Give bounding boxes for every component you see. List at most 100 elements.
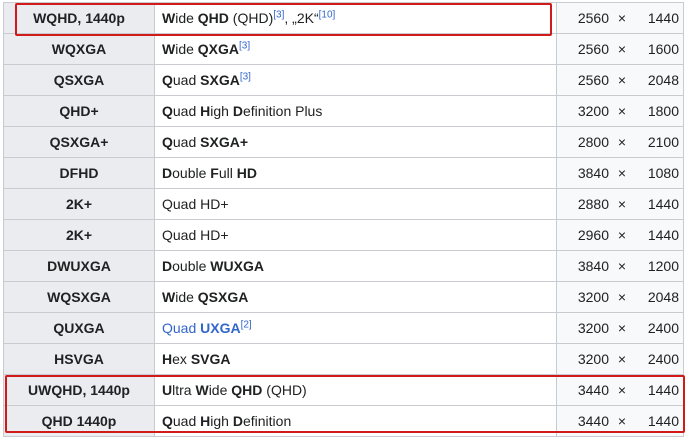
height-value: 2100 bbox=[647, 134, 679, 150]
resolution-dimensions: 3440 × 1440 bbox=[556, 374, 684, 406]
table-row: QSXGA Quad SXGA[3] 2560 × 2048 bbox=[3, 64, 684, 96]
resolution-name: WQSXGA bbox=[3, 281, 155, 313]
resolution-description: Quad SXGA+ bbox=[154, 126, 557, 158]
height-value: 1600 bbox=[647, 41, 679, 57]
times-sign: × bbox=[617, 165, 627, 181]
resolution-description[interactable]: Quad UXGA[2] bbox=[154, 312, 557, 344]
table-row: QHD+ Quad High Definition Plus 3200 × 1800 bbox=[3, 95, 684, 127]
resolution-name: WQHD, 1440p bbox=[3, 2, 155, 34]
resolution-dimensions: 2560 × 1440 bbox=[556, 2, 684, 34]
table-row: WQXGA Wide QXGA[3] 2560 × 1600 bbox=[3, 33, 684, 65]
resolution-name: DFHD bbox=[3, 157, 155, 189]
height-value: 1440 bbox=[647, 196, 679, 212]
table-row: DFHD Double Full HD 3840 × 1080 bbox=[3, 157, 684, 189]
resolution-name: 2K+ bbox=[3, 188, 155, 220]
table-row: UWQHD, 1440p Ultra Wide QHD (QHD) 3440 × 144… bbox=[3, 374, 684, 406]
width-value: 2560 bbox=[577, 10, 609, 26]
resolution-dimensions: 3840 × 1200 bbox=[556, 250, 684, 282]
resolution-dimensions: 3440 × 1440 bbox=[556, 405, 684, 437]
width-value: 2560 bbox=[577, 41, 609, 57]
resolution-name: QHD 1440p bbox=[3, 405, 155, 437]
table-row: WQHD, 1440p Wide QHD (QHD)[3], „2K“[10] 25… bbox=[3, 2, 684, 34]
resolution-name: 2K+ bbox=[3, 219, 155, 251]
height-value: 1440 bbox=[647, 10, 679, 26]
width-value: 3200 bbox=[577, 320, 609, 336]
height-value: 2400 bbox=[647, 320, 679, 336]
times-sign: × bbox=[617, 258, 627, 274]
times-sign: × bbox=[617, 41, 627, 57]
table-row: 2K+ Quad HD+ 2960 × 1440 bbox=[3, 219, 684, 251]
reference-link[interactable]: [10] bbox=[319, 9, 336, 20]
resolution-dimensions: 2800 × 2100 bbox=[556, 126, 684, 158]
resolution-dimensions: 2960 × 1440 bbox=[556, 219, 684, 251]
times-sign: × bbox=[617, 196, 627, 212]
times-sign: × bbox=[617, 10, 627, 26]
width-value: 2880 bbox=[577, 196, 609, 212]
resolution-description: Ultra Wide QHD (QHD) bbox=[154, 374, 557, 406]
width-value: 2560 bbox=[577, 72, 609, 88]
resolution-description: Quad SXGA[3] bbox=[154, 64, 557, 96]
resolution-description: Quad High Definition bbox=[154, 405, 557, 437]
resolution-dimensions: 3200 × 2048 bbox=[556, 281, 684, 313]
resolution-dimensions: 2560 × 2048 bbox=[556, 64, 684, 96]
table-row: 2K+ Quad HD+ 2880 × 1440 bbox=[3, 188, 684, 220]
reference-link[interactable]: [3] bbox=[240, 71, 251, 82]
times-sign: × bbox=[617, 382, 627, 398]
reference-link[interactable]: [2] bbox=[241, 319, 252, 330]
resolution-description: Wide QHD (QHD)[3], „2K“[10] bbox=[154, 2, 557, 34]
resolution-description: Wide QSXGA bbox=[154, 281, 557, 313]
resolution-name: QSXGA bbox=[3, 64, 155, 96]
height-value: 2048 bbox=[647, 72, 679, 88]
width-value: 3440 bbox=[577, 413, 609, 429]
times-sign: × bbox=[617, 351, 627, 367]
resolution-name: DWUXGA bbox=[3, 250, 155, 282]
resolution-dimensions: 3840 × 1080 bbox=[556, 157, 684, 189]
table-row: WQSXGA Wide QSXGA 3200 × 2048 bbox=[3, 281, 684, 313]
resolution-table-body: WQHD, 1440p Wide QHD (QHD)[3], „2K“[10] 25… bbox=[3, 2, 684, 437]
height-value: 1440 bbox=[647, 227, 679, 243]
table-row: QSXGA+ Quad SXGA+ 2800 × 2100 bbox=[3, 126, 684, 158]
width-value: 3840 bbox=[577, 258, 609, 274]
resolution-dimensions: 3200 × 2400 bbox=[556, 343, 684, 375]
width-value: 3200 bbox=[577, 289, 609, 305]
resolution-name: UWQHD, 1440p bbox=[3, 374, 155, 406]
times-sign: × bbox=[617, 413, 627, 429]
resolution-dimensions: 2880 × 1440 bbox=[556, 188, 684, 220]
resolution-description: Quad High Definition Plus bbox=[154, 95, 557, 127]
width-value: 3200 bbox=[577, 103, 609, 119]
height-value: 1440 bbox=[647, 382, 679, 398]
width-value: 2800 bbox=[577, 134, 609, 150]
resolution-description: Double Full HD bbox=[154, 157, 557, 189]
table-row: HSVGA Hex SVGA 3200 × 2400 bbox=[3, 343, 684, 375]
height-value: 2400 bbox=[647, 351, 679, 367]
times-sign: × bbox=[617, 103, 627, 119]
resolution-dimensions: 3200 × 1800 bbox=[556, 95, 684, 127]
width-value: 3440 bbox=[577, 382, 609, 398]
height-value: 1080 bbox=[647, 165, 679, 181]
resolution-description: Wide QXGA[3] bbox=[154, 33, 557, 65]
times-sign: × bbox=[617, 72, 627, 88]
resolution-description: Quad HD+ bbox=[154, 219, 557, 251]
resolution-dimensions: 2560 × 1600 bbox=[556, 33, 684, 65]
reference-link[interactable]: [3] bbox=[239, 40, 250, 51]
reference-link[interactable]: [3] bbox=[273, 9, 284, 20]
times-sign: × bbox=[617, 320, 627, 336]
times-sign: × bbox=[617, 289, 627, 305]
table-row: DWUXGA Double WUXGA 3840 × 1200 bbox=[3, 250, 684, 282]
resolution-table: WQHD, 1440p Wide QHD (QHD)[3], „2K“[10] 25… bbox=[3, 2, 684, 437]
resolution-name: QSXGA+ bbox=[3, 126, 155, 158]
height-value: 1440 bbox=[647, 413, 679, 429]
height-value: 1800 bbox=[647, 103, 679, 119]
table-row: QHD 1440p Quad High Definition 3440 × 1440 bbox=[3, 405, 684, 437]
table-row: QUXGA Quad UXGA[2] 3200 × 2400 bbox=[3, 312, 684, 344]
times-sign: × bbox=[617, 134, 627, 150]
width-value: 3840 bbox=[577, 165, 609, 181]
resolution-description: Hex SVGA bbox=[154, 343, 557, 375]
resolution-dimensions: 3200 × 2400 bbox=[556, 312, 684, 344]
height-value: 1200 bbox=[647, 258, 679, 274]
resolution-description: Double WUXGA bbox=[154, 250, 557, 282]
resolution-description: Quad HD+ bbox=[154, 188, 557, 220]
width-value: 3200 bbox=[577, 351, 609, 367]
resolution-name: QUXGA bbox=[3, 312, 155, 344]
times-sign: × bbox=[617, 227, 627, 243]
